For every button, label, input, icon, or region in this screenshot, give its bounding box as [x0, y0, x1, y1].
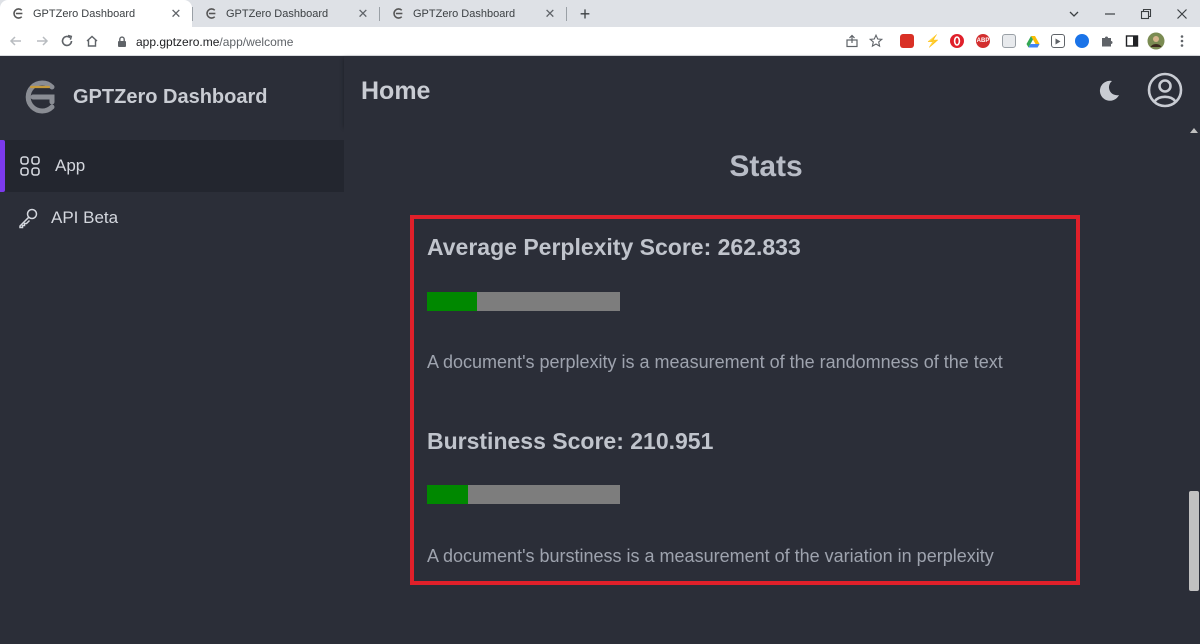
browser-tab-2[interactable]: GPTZero Dashboard ✕ — [193, 0, 379, 27]
perplexity-bar — [427, 292, 620, 311]
kebab-menu-icon[interactable] — [1172, 31, 1192, 51]
browser-tab-bar: GPTZero Dashboard ✕ GPTZero Dashboard ✕ … — [0, 0, 1200, 27]
moon-icon[interactable] — [1096, 78, 1122, 104]
sidebar: GPTZero Dashboard App API Beta — [0, 56, 344, 644]
scroll-thumb[interactable] — [1189, 491, 1199, 591]
perplexity-heading: Average Perplexity Score: 262.833 — [427, 234, 801, 260]
scroll-up-arrow-icon[interactable] — [1190, 128, 1198, 133]
tab-title: GPTZero Dashboard — [226, 7, 329, 20]
sidebar-item-app[interactable]: App — [0, 140, 344, 192]
red-square-extension-icon[interactable] — [900, 34, 914, 48]
puzzle-icon[interactable] — [1097, 31, 1117, 51]
active-indicator — [0, 140, 5, 192]
profile-avatar[interactable] — [1146, 31, 1166, 51]
tab-title: GPTZero Dashboard — [33, 7, 136, 20]
blue-extension-icon[interactable] — [1075, 34, 1089, 48]
chevron-down-icon[interactable] — [1056, 0, 1092, 27]
perplexity-description: A document's perplexity is a measurement… — [427, 352, 1003, 372]
back-icon[interactable] — [6, 31, 26, 51]
close-icon[interactable]: ✕ — [355, 6, 371, 22]
burstiness-heading: Burstiness Score: 210.951 — [427, 428, 714, 454]
browser-toolbar: app.gptzero.me/app/welcome ⚡ ABP — [0, 27, 1200, 56]
gptzero-favicon-icon — [204, 7, 218, 21]
bolt-extension-icon[interactable]: ⚡ — [926, 34, 941, 48]
page-title: Home — [361, 77, 431, 105]
header: Home — [344, 56, 1200, 126]
restore-icon[interactable] — [1128, 0, 1164, 27]
tab-title: GPTZero Dashboard — [413, 7, 516, 20]
browser-tab-3[interactable]: GPTZero Dashboard ✕ — [380, 0, 566, 27]
tab-separator — [566, 7, 567, 21]
home-icon[interactable] — [82, 31, 102, 51]
star-icon[interactable] — [866, 31, 886, 51]
url-path: /app/welcome — [219, 34, 294, 49]
sidepanel-icon[interactable] — [1122, 31, 1142, 51]
burstiness-bar-fill — [427, 485, 468, 504]
scrollbar[interactable] — [1188, 126, 1200, 644]
url-text: app.gptzero.me/app/welcome — [136, 35, 293, 49]
gptzero-logo-icon — [21, 78, 59, 116]
share-icon[interactable] — [842, 31, 862, 51]
main-content: Stats Average Perplexity Score: 262.833 … — [344, 126, 1188, 644]
drive-extension-icon[interactable] — [1026, 34, 1040, 48]
forward-icon[interactable] — [32, 31, 52, 51]
gptzero-favicon-icon — [11, 7, 25, 21]
burstiness-bar — [427, 485, 620, 504]
sidebar-item-api-beta[interactable]: API Beta — [0, 192, 344, 244]
opera-extension-icon[interactable] — [950, 34, 964, 48]
highlight-box — [410, 215, 1080, 585]
address-bar[interactable]: app.gptzero.me/app/welcome — [108, 30, 898, 53]
brand[interactable]: GPTZero Dashboard — [0, 56, 344, 138]
sidebar-item-label: App — [55, 156, 86, 175]
perplexity-bar-fill — [427, 292, 478, 311]
abp-extension-icon[interactable]: ABP — [976, 34, 990, 48]
new-tab-button[interactable]: + — [574, 3, 596, 25]
key-icon — [17, 207, 39, 229]
reload-icon[interactable] — [57, 31, 77, 51]
burstiness-description: A document's burstiness is a measurement… — [427, 546, 994, 566]
close-icon[interactable]: ✕ — [168, 6, 184, 22]
close-window-icon[interactable] — [1164, 0, 1200, 27]
close-icon[interactable]: ✕ — [542, 6, 558, 22]
browser-tab-1[interactable]: GPTZero Dashboard ✕ — [0, 0, 192, 27]
brand-name: GPTZero Dashboard — [73, 85, 268, 108]
gptzero-favicon-icon — [391, 7, 405, 21]
lock-icon[interactable] — [116, 35, 130, 49]
sidebar-item-label: API Beta — [51, 208, 119, 227]
stats-title: Stats — [729, 150, 803, 183]
grid-icon — [19, 155, 41, 177]
minimize-icon[interactable] — [1092, 0, 1128, 27]
user-account-icon[interactable] — [1147, 72, 1183, 108]
url-host: app.gptzero.me — [136, 34, 220, 49]
media-extension-icon[interactable] — [1051, 34, 1065, 48]
document-extension-icon[interactable] — [1002, 34, 1016, 48]
